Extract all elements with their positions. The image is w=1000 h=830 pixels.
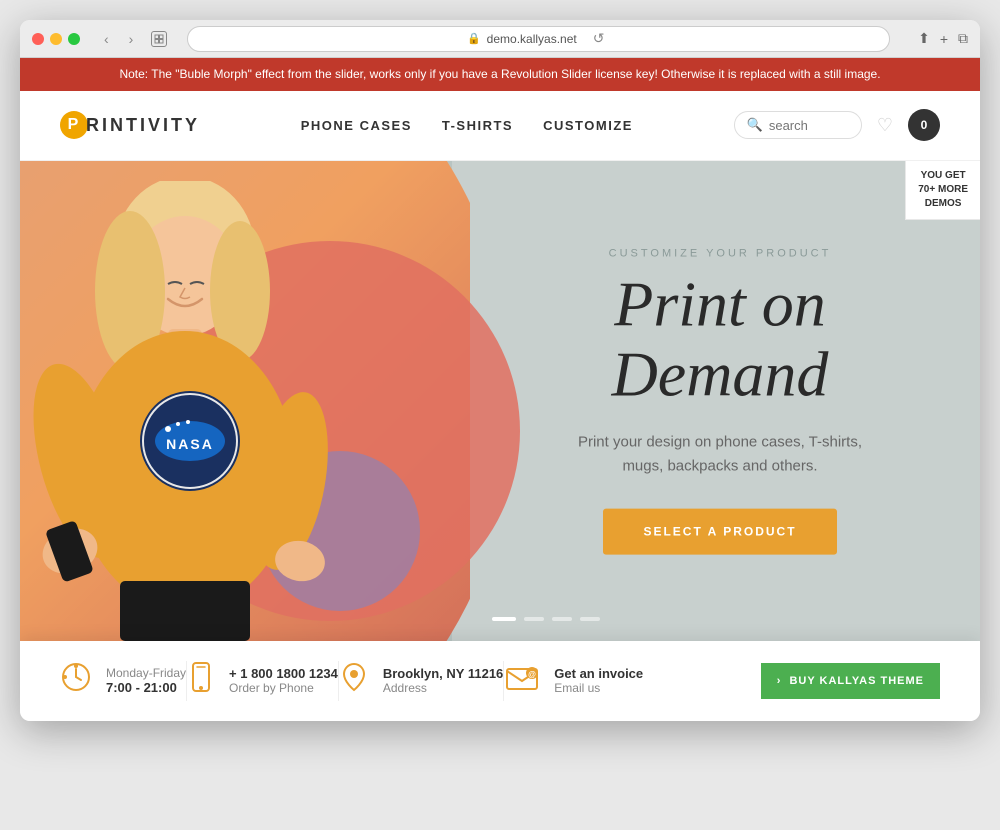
slider-dot-2[interactable] <box>524 617 544 621</box>
slider-dot-4[interactable] <box>580 617 600 621</box>
browser-navigation: ‹ › <box>98 29 139 49</box>
site-logo[interactable]: P RINTIVITY <box>60 111 200 139</box>
minimize-button[interactable] <box>50 33 62 45</box>
info-bar: Monday-Friday 7:00 - 21:00 + 1 800 1800 … <box>20 641 980 721</box>
info-email: @ Get an invoice Email us <box>504 661 643 700</box>
logo-name: RINTIVITY <box>86 115 200 136</box>
email-action: Email us <box>554 681 643 695</box>
phone-text: + 1 800 1800 1234 Order by Phone <box>229 666 338 695</box>
svg-text:@: @ <box>528 670 536 679</box>
email-icon: @ <box>504 661 540 700</box>
phone-label: Order by Phone <box>229 681 338 695</box>
logo-letter: P <box>68 116 81 134</box>
url-text: demo.kallyas.net <box>487 32 577 46</box>
hero-section: NASA CUSTOMIZE YOUR PRODUCT Print on Dem… <box>20 161 980 641</box>
notification-banner: Note: The "Buble Morph" effect from the … <box>20 58 980 91</box>
search-box[interactable]: 🔍 <box>734 111 862 139</box>
address-bar-container: 🔒 demo.kallyas.net ↺ <box>187 26 890 52</box>
person-svg: NASA <box>20 181 360 641</box>
hours-time: 7:00 - 21:00 <box>106 680 186 695</box>
cart-button[interactable]: 0 <box>908 109 940 141</box>
new-tab-button[interactable]: + <box>940 31 948 47</box>
select-product-button[interactable]: SELECT A PRODUCT <box>603 508 836 554</box>
buy-theme-label: BUY KALLYAS THEME <box>789 675 924 687</box>
buy-theme-arrow: › <box>777 675 782 687</box>
browser-window: ‹ › 🔒 demo.kallyas.net ↺ ⬆ + ⧉ Note: T <box>20 20 980 721</box>
close-button[interactable] <box>32 33 44 45</box>
search-icon: 🔍 <box>747 117 763 133</box>
tabs-button[interactable]: ⧉ <box>958 30 968 47</box>
demos-line1: YOU GET <box>918 169 968 183</box>
main-navigation: PHONE CASES T-SHIRTS CUSTOMIZE <box>301 118 633 133</box>
clock-icon <box>60 661 92 700</box>
hero-person-image: NASA <box>20 161 500 641</box>
hero-subtitle: CUSTOMIZE YOUR PRODUCT <box>520 247 920 259</box>
browser-titlebar: ‹ › 🔒 demo.kallyas.net ↺ ⬆ + ⧉ <box>20 20 980 58</box>
forward-button[interactable]: › <box>123 29 140 49</box>
wishlist-button[interactable]: ♡ <box>877 115 893 136</box>
phone-icon <box>187 661 215 700</box>
maximize-button[interactable] <box>68 33 80 45</box>
hours-text: Monday-Friday 7:00 - 21:00 <box>106 666 186 695</box>
address-bar[interactable]: 🔒 demo.kallyas.net ↺ <box>187 26 890 52</box>
hero-title: Print on Demand <box>520 269 920 410</box>
site-header: P RINTIVITY PHONE CASES T-SHIRTS CUSTOMI… <box>20 91 980 161</box>
info-phone: + 1 800 1800 1234 Order by Phone <box>187 661 338 700</box>
map-icon <box>339 661 369 700</box>
reload-button[interactable]: ↺ <box>587 28 611 49</box>
address-label: Address <box>383 681 503 695</box>
slider-dots <box>492 617 600 621</box>
lock-icon: 🔒 <box>467 32 481 45</box>
hero-content: CUSTOMIZE YOUR PRODUCT Print on Demand P… <box>520 247 920 554</box>
hours-days: Monday-Friday <box>106 666 186 680</box>
nav-customize[interactable]: CUSTOMIZE <box>543 118 633 133</box>
nav-tshirts[interactable]: T-SHIRTS <box>442 118 513 133</box>
buy-theme-button[interactable]: › BUY KALLYAS THEME <box>761 663 940 699</box>
email-text: Get an invoice Email us <box>554 666 643 695</box>
header-right: 🔍 ♡ 0 <box>734 109 940 141</box>
email-label: Get an invoice <box>554 666 643 681</box>
demos-line3: DEMOS <box>918 197 968 211</box>
search-input[interactable] <box>769 118 849 133</box>
logo-icon: P <box>60 111 88 139</box>
address-city: Brooklyn, NY 11216 <box>383 666 503 681</box>
notification-text: Note: The "Buble Morph" effect from the … <box>119 67 880 81</box>
svg-text:NASA: NASA <box>166 436 214 452</box>
nav-phone-cases[interactable]: PHONE CASES <box>301 118 412 133</box>
info-hours: Monday-Friday 7:00 - 21:00 <box>60 661 186 700</box>
info-address: Brooklyn, NY 11216 Address <box>339 661 503 700</box>
share-button[interactable]: ⬆ <box>918 30 930 47</box>
phone-number: + 1 800 1800 1234 <box>229 666 338 681</box>
traffic-lights <box>32 33 80 45</box>
cart-count: 0 <box>921 118 928 132</box>
slider-dot-1[interactable] <box>492 617 516 621</box>
back-button[interactable]: ‹ <box>98 29 115 49</box>
window-manager-icon[interactable] <box>151 31 167 47</box>
hero-description: Print your design on phone cases, T-shir… <box>520 430 920 478</box>
slider-dot-3[interactable] <box>552 617 572 621</box>
address-text: Brooklyn, NY 11216 Address <box>383 666 503 695</box>
browser-action-buttons: ⬆ + ⧉ <box>918 30 968 47</box>
demos-badge[interactable]: YOU GET 70+ MORE DEMOS <box>905 161 980 220</box>
demos-line2: 70+ MORE <box>918 183 968 197</box>
